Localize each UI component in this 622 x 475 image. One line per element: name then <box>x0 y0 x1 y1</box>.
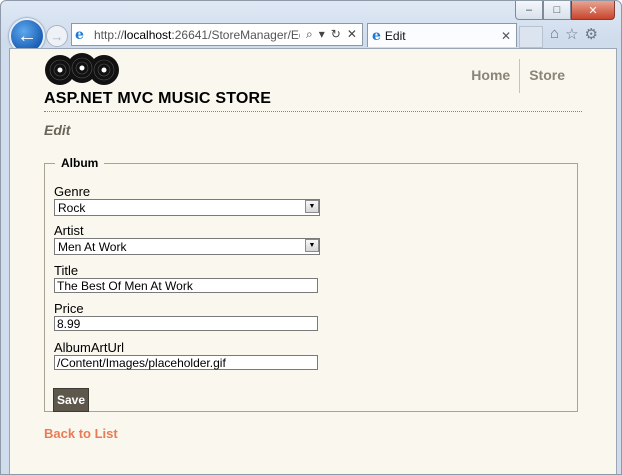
close-tab-icon[interactable]: ✕ <box>501 29 511 43</box>
album-art-url-label: AlbumArtUrl <box>54 340 125 355</box>
title-field-group: Title The Best Of Men At Work <box>54 264 318 293</box>
price-input[interactable]: 8.99 <box>54 316 318 331</box>
arrow-right-icon: → <box>50 28 64 44</box>
back-to-list-link[interactable]: Back to List <box>44 426 118 441</box>
ie-tab-icon: e <box>372 27 381 44</box>
chevron-down-icon[interactable]: ▼ <box>305 239 319 252</box>
artist-label: Artist <box>54 223 84 238</box>
stop-icon[interactable]: ✕ <box>347 27 357 42</box>
artist-field-group: Artist Men At Work ▼ <box>54 224 320 255</box>
browser-window: – □ ✕ ← → e http://localhost:26641/Store… <box>0 0 622 475</box>
vinyl-records-logo-icon <box>45 53 119 85</box>
album-art-url-field-group: AlbumArtUrl /Content/Images/placeholder.… <box>54 341 318 370</box>
new-tab-button[interactable] <box>519 26 543 48</box>
site-title: ASP.NET MVC MUSIC STORE <box>44 90 272 107</box>
url-rest: :26641/StoreManager/Edit/1 <box>171 27 300 42</box>
forward-button[interactable]: → <box>46 25 68 47</box>
header-divider <box>44 111 582 112</box>
minimize-button[interactable]: – <box>515 1 543 20</box>
ie-page-icon: e <box>75 26 84 43</box>
browser-tab[interactable]: e Edit ✕ <box>367 23 517 47</box>
genre-label: Genre <box>54 184 91 199</box>
price-field-group: Price 8.99 <box>54 302 318 331</box>
settings-icon[interactable]: ⚙ <box>585 25 598 43</box>
close-window-button[interactable]: ✕ <box>571 1 615 20</box>
address-url[interactable]: http://localhost:26641/StoreManager/Edit… <box>94 28 300 42</box>
page-heading: Edit <box>44 122 71 138</box>
toolbar-icons: ⌂ ☆ ⚙ <box>550 25 598 43</box>
nav-home-link[interactable]: Home <box>462 59 519 93</box>
home-icon[interactable]: ⌂ <box>550 25 559 43</box>
restore-button[interactable]: □ <box>543 1 571 20</box>
album-fieldset: Album Genre Rock ▼ Artist Men At Work ▼ … <box>44 156 578 412</box>
top-nav: Home Store <box>462 59 574 93</box>
search-icon[interactable]: ⌕ <box>306 27 313 42</box>
tab-title: Edit <box>384 28 406 43</box>
album-art-url-input[interactable]: /Content/Images/placeholder.gif <box>54 355 318 370</box>
title-input[interactable]: The Best Of Men At Work <box>54 278 318 293</box>
page-content: ASP.NET MVC MUSIC STORE Home Store Edit … <box>9 48 617 474</box>
refresh-icon[interactable]: ↻ <box>331 27 341 42</box>
url-host: localhost <box>124 27 172 42</box>
chevron-down-icon[interactable]: ▼ <box>305 200 319 213</box>
address-bar[interactable]: e http://localhost:26641/StoreManager/Ed… <box>71 23 363 46</box>
title-label: Title <box>54 263 79 278</box>
price-label: Price <box>54 301 84 316</box>
genre-selected-value: Rock <box>58 200 86 215</box>
dropdown-icon[interactable]: ▾ <box>319 27 325 42</box>
genre-field-group: Genre Rock ▼ <box>54 185 320 216</box>
favorites-icon[interactable]: ☆ <box>565 25 578 43</box>
album-legend: Album <box>61 156 99 170</box>
url-prefix: http:// <box>94 27 125 42</box>
artist-select[interactable]: Men At Work ▼ <box>54 238 320 255</box>
artist-selected-value: Men At Work <box>58 239 127 254</box>
save-button[interactable]: Save <box>53 388 89 412</box>
nav-store-link[interactable]: Store <box>520 59 574 93</box>
window-controls: – □ ✕ <box>515 1 615 20</box>
arrow-left-icon: ← <box>17 24 37 47</box>
genre-select[interactable]: Rock ▼ <box>54 199 320 216</box>
